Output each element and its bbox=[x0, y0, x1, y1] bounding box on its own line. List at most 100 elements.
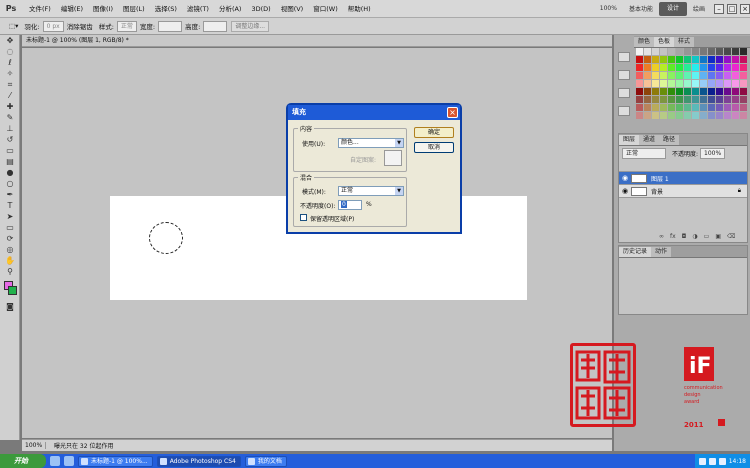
color-swatch[interactable] bbox=[692, 80, 699, 87]
color-swatch[interactable] bbox=[740, 56, 747, 63]
workspace-essentials[interactable]: 基本功能 bbox=[623, 4, 659, 13]
color-swatch[interactable] bbox=[716, 56, 723, 63]
color-swatch[interactable] bbox=[684, 96, 691, 103]
status-zoom[interactable]: 100% bbox=[22, 442, 46, 449]
menu-select[interactable]: 选择(S) bbox=[150, 0, 182, 18]
color-swatch[interactable] bbox=[732, 48, 739, 55]
color-swatch[interactable] bbox=[700, 72, 707, 79]
menu-3d[interactable]: 3D(D) bbox=[246, 0, 275, 18]
layer-style-icon[interactable]: fx bbox=[670, 233, 676, 240]
color-swatch[interactable] bbox=[740, 48, 747, 55]
color-swatch[interactable] bbox=[732, 112, 739, 119]
stamp-tool-icon[interactable]: ⊥ bbox=[3, 124, 17, 134]
color-swatch[interactable] bbox=[716, 72, 723, 79]
color-swatch[interactable] bbox=[652, 72, 659, 79]
swatch-side-icon[interactable] bbox=[618, 52, 630, 62]
color-swatch[interactable] bbox=[652, 48, 659, 55]
color-swatch[interactable] bbox=[636, 96, 643, 103]
tab-paths[interactable]: 路径 bbox=[659, 135, 680, 145]
refine-edge-button[interactable]: 调整边缘... bbox=[231, 20, 270, 32]
delete-layer-icon[interactable]: ⌫ bbox=[727, 233, 735, 240]
minimize-icon[interactable]: – bbox=[714, 3, 724, 14]
color-swatch[interactable] bbox=[700, 48, 707, 55]
use-select[interactable]: 颜色... ▼ bbox=[338, 138, 404, 148]
menu-help[interactable]: 帮助(H) bbox=[343, 0, 376, 18]
3d-rotate-icon[interactable]: ⟳ bbox=[3, 234, 17, 244]
marquee-tool-icon[interactable]: ⬚▾ bbox=[9, 22, 18, 30]
color-swatch[interactable] bbox=[692, 96, 699, 103]
magic-wand-tool-icon[interactable]: ✧ bbox=[3, 69, 17, 79]
color-swatch[interactable] bbox=[644, 104, 651, 111]
color-swatch[interactable] bbox=[668, 104, 675, 111]
color-swatch[interactable] bbox=[692, 72, 699, 79]
color-swatch[interactable] bbox=[636, 64, 643, 71]
add-mask-icon[interactable]: ◘ bbox=[682, 233, 687, 240]
link-layers-icon[interactable]: ∞ bbox=[659, 233, 664, 240]
color-swatch[interactable] bbox=[732, 72, 739, 79]
color-swatch[interactable] bbox=[740, 88, 747, 95]
color-swatch[interactable] bbox=[740, 64, 747, 71]
eraser-tool-icon[interactable]: ▭ bbox=[3, 146, 17, 156]
color-swatch[interactable] bbox=[668, 56, 675, 63]
color-swatch[interactable] bbox=[636, 88, 643, 95]
color-swatch[interactable] bbox=[660, 96, 667, 103]
color-swatch[interactable] bbox=[684, 56, 691, 63]
color-swatch[interactable] bbox=[636, 48, 643, 55]
color-swatch[interactable] bbox=[644, 64, 651, 71]
color-swatch[interactable] bbox=[660, 104, 667, 111]
eye-icon[interactable]: ◉ bbox=[619, 174, 631, 182]
color-swatch[interactable] bbox=[732, 64, 739, 71]
taskbar-item-my-documents[interactable]: 我的文档 bbox=[244, 455, 287, 467]
dialog-close-icon[interactable]: × bbox=[447, 107, 458, 118]
taskbar-item-document[interactable]: 未标题-1 @ 100%... bbox=[78, 455, 153, 467]
color-swatch[interactable] bbox=[644, 56, 651, 63]
menu-file[interactable]: 文件(F) bbox=[24, 0, 56, 18]
color-swatch[interactable] bbox=[700, 80, 707, 87]
color-swatch[interactable] bbox=[700, 64, 707, 71]
color-swatch[interactable] bbox=[636, 72, 643, 79]
color-swatch[interactable] bbox=[636, 56, 643, 63]
pattern-picker[interactable] bbox=[384, 150, 402, 166]
color-swatch[interactable] bbox=[668, 112, 675, 119]
layer-opacity-input[interactable]: 100% bbox=[700, 147, 726, 159]
color-swatch[interactable] bbox=[652, 88, 659, 95]
color-swatch[interactable] bbox=[652, 56, 659, 63]
color-swatch[interactable] bbox=[700, 104, 707, 111]
color-swatch[interactable] bbox=[684, 80, 691, 87]
opacity-input[interactable]: 0 bbox=[338, 200, 362, 210]
color-swatch[interactable] bbox=[700, 56, 707, 63]
tray-icon[interactable] bbox=[718, 457, 726, 465]
color-swatch[interactable] bbox=[644, 96, 651, 103]
menu-image[interactable]: 图像(I) bbox=[88, 0, 118, 18]
color-swatch[interactable] bbox=[708, 64, 715, 71]
color-swatch[interactable] bbox=[740, 72, 747, 79]
color-swatch[interactable] bbox=[692, 48, 699, 55]
color-swatch[interactable] bbox=[668, 80, 675, 87]
color-swatch[interactable] bbox=[724, 88, 731, 95]
height-input[interactable] bbox=[203, 20, 228, 32]
color-swatch[interactable] bbox=[732, 88, 739, 95]
color-swatch[interactable] bbox=[668, 72, 675, 79]
menu-analysis[interactable]: 分析(A) bbox=[214, 0, 247, 18]
color-swatch[interactable] bbox=[644, 112, 651, 119]
color-swatch[interactable] bbox=[676, 56, 683, 63]
color-swatch[interactable] bbox=[740, 112, 747, 119]
show-desktop-icon[interactable] bbox=[64, 456, 74, 466]
ok-button[interactable]: 确定 bbox=[414, 127, 454, 138]
color-swatch[interactable] bbox=[676, 96, 683, 103]
color-swatch[interactable] bbox=[716, 96, 723, 103]
color-swatch[interactable] bbox=[692, 88, 699, 95]
color-swatch[interactable] bbox=[660, 72, 667, 79]
color-swatch[interactable] bbox=[724, 64, 731, 71]
color-swatch[interactable] bbox=[732, 104, 739, 111]
menu-filter[interactable]: 滤镜(T) bbox=[182, 0, 214, 18]
color-swatch[interactable] bbox=[708, 96, 715, 103]
color-swatch[interactable] bbox=[676, 64, 683, 71]
gradient-tool-icon[interactable]: ▤ bbox=[3, 157, 17, 167]
layer-row[interactable]: ◉ 背景 🔒︎ bbox=[619, 185, 747, 198]
color-swatch[interactable] bbox=[724, 56, 731, 63]
color-swatch[interactable] bbox=[684, 72, 691, 79]
color-swatch[interactable] bbox=[708, 88, 715, 95]
brush-tool-icon[interactable]: ✎ bbox=[3, 113, 17, 123]
tab-swatches[interactable]: 色板 bbox=[654, 37, 675, 47]
